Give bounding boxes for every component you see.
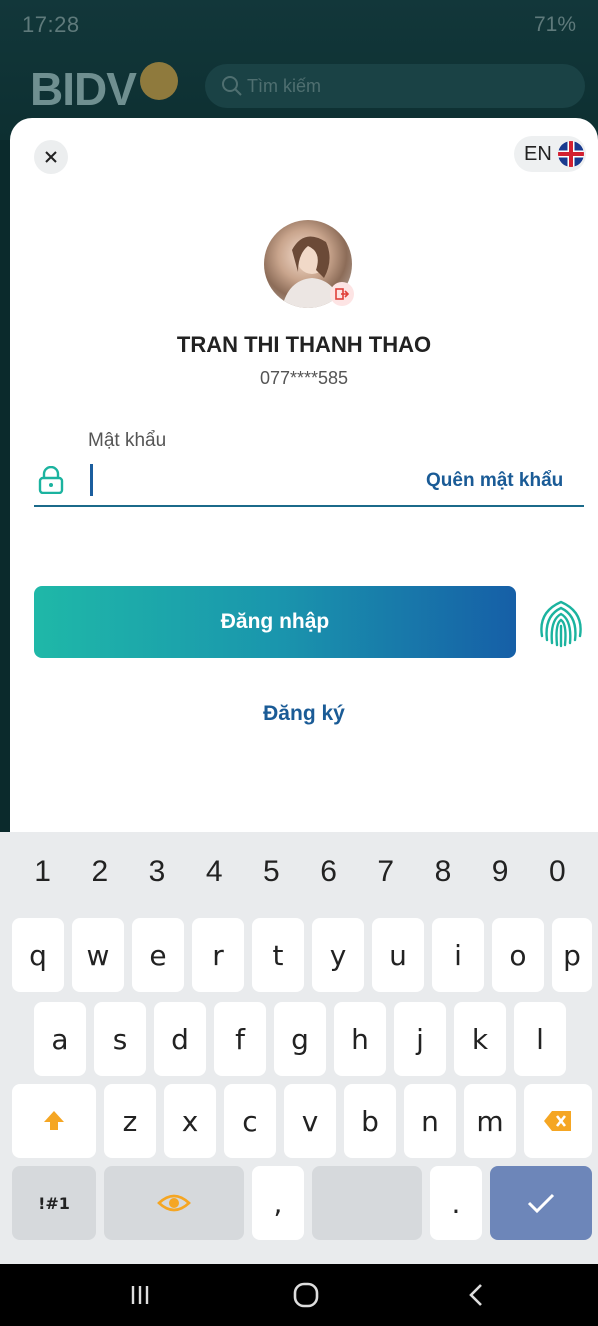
key-i[interactable]: i [432, 918, 484, 992]
key-p[interactable]: p [552, 918, 592, 992]
search-placeholder: Tìm kiếm [247, 75, 321, 96]
key-d[interactable]: d [154, 1002, 206, 1076]
key-6[interactable]: 6 [309, 855, 349, 889]
logout-icon [335, 288, 349, 300]
uk-flag-icon [557, 141, 584, 167]
key-x[interactable]: x [164, 1084, 216, 1158]
password-underline [34, 505, 584, 507]
close-icon [45, 151, 57, 163]
key-u[interactable]: u [372, 918, 424, 992]
key-t[interactable]: t [252, 918, 304, 992]
key-3[interactable]: 3 [137, 855, 177, 889]
status-battery: 71% [533, 13, 576, 36]
key-o[interactable]: o [492, 918, 544, 992]
back-icon [469, 1284, 482, 1306]
hide-password-key[interactable] [104, 1166, 244, 1240]
key-y[interactable]: y [312, 918, 364, 992]
user-phone: 077****585 [259, 368, 349, 388]
home-button[interactable] [276, 1264, 336, 1326]
key-b[interactable]: b [344, 1084, 396, 1158]
key-z[interactable]: z [104, 1084, 156, 1158]
background-search: Tìm kiếm [205, 64, 585, 108]
key-n[interactable]: n [404, 1084, 456, 1158]
symbols-key[interactable]: !#1 [12, 1166, 96, 1240]
key-0[interactable]: 0 [537, 855, 577, 889]
key-g[interactable]: g [274, 1002, 326, 1076]
space-key[interactable] [312, 1166, 422, 1240]
key-9[interactable]: 9 [480, 855, 520, 889]
key-s[interactable]: s [94, 1002, 146, 1076]
logout-badge[interactable] [330, 282, 354, 306]
done-key[interactable] [490, 1166, 592, 1240]
user-name: TRAN THI THANH THAO [176, 332, 432, 357]
key-k[interactable]: k [454, 1002, 506, 1076]
key-f[interactable]: f [214, 1002, 266, 1076]
back-button[interactable] [446, 1264, 506, 1326]
register-link[interactable]: Đăng ký [10, 702, 598, 726]
lock-icon [38, 466, 64, 494]
key-4[interactable]: 4 [194, 855, 234, 889]
backspace-icon [544, 1111, 571, 1131]
backspace-key[interactable] [524, 1084, 592, 1158]
text-caret [90, 464, 93, 496]
key-5[interactable]: 5 [251, 855, 291, 889]
login-button[interactable]: Đăng nhập [34, 586, 516, 658]
check-icon [527, 1193, 555, 1214]
bidv-logo-text: BIDV [30, 63, 137, 115]
keyboard: 1 2 3 4 5 6 7 8 9 0 q w e r t y u i o p … [0, 832, 598, 1264]
bidv-logo: BIDV [30, 62, 178, 116]
fingerprint-icon[interactable] [536, 596, 586, 650]
search-icon [222, 76, 242, 96]
key-r[interactable]: r [192, 918, 244, 992]
comma-key[interactable]: , [252, 1166, 304, 1240]
key-m[interactable]: m [464, 1084, 516, 1158]
shift-key[interactable] [12, 1084, 96, 1158]
close-button[interactable] [34, 140, 68, 174]
key-7[interactable]: 7 [366, 855, 406, 889]
recent-apps-button[interactable] [110, 1264, 170, 1326]
key-j[interactable]: j [394, 1002, 446, 1076]
status-time: 17:28 [22, 12, 80, 37]
key-h[interactable]: h [334, 1002, 386, 1076]
bidv-star-icon [139, 62, 178, 100]
key-l[interactable]: l [514, 1002, 566, 1076]
key-c[interactable]: c [224, 1084, 276, 1158]
period-key[interactable]: . [430, 1166, 482, 1240]
home-icon [293, 1282, 319, 1308]
key-q[interactable]: q [12, 918, 64, 992]
key-1[interactable]: 1 [23, 855, 63, 889]
system-nav-bar [0, 1264, 598, 1326]
eye-icon [157, 1194, 191, 1212]
language-label: EN [524, 142, 552, 165]
password-label: Mật khẩu [88, 430, 167, 451]
key-2[interactable]: 2 [80, 855, 120, 889]
number-row: 1 2 3 4 5 6 7 8 9 0 [0, 832, 598, 912]
key-v[interactable]: v [284, 1084, 336, 1158]
shift-icon [44, 1111, 64, 1130]
key-8[interactable]: 8 [423, 855, 463, 889]
key-e[interactable]: e [132, 918, 184, 992]
password-input[interactable] [88, 460, 418, 500]
recent-apps-icon [131, 1286, 149, 1304]
key-a[interactable]: a [34, 1002, 86, 1076]
status-bar: 17:28 71% [0, 0, 598, 50]
language-switch[interactable]: EN [514, 136, 586, 172]
key-w[interactable]: w [72, 918, 124, 992]
forgot-password-link[interactable]: Quên mật khẩu [426, 470, 563, 492]
